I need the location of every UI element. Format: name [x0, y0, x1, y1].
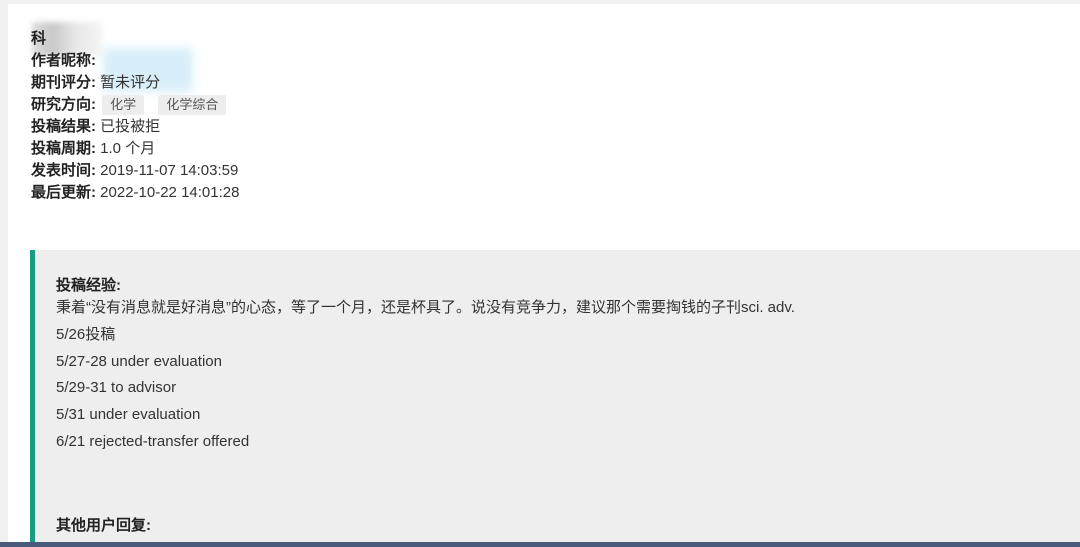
published-label: 发表时间: — [31, 162, 96, 179]
author-label: 作者昵称: — [31, 52, 96, 69]
updated-row: 最后更新: 2022-10-22 14:01:28 — [31, 182, 239, 204]
field-row: 研究方向: 化学 化学综合 — [31, 94, 239, 116]
experience-panel: 投稿经验: 秉着“没有消息就是好消息”的心态，等了一个月，还是杯具了。说没有竞争… — [30, 250, 1080, 547]
title-row: 科 — [31, 28, 239, 50]
result-row: 投稿结果: 已投被拒 — [31, 116, 239, 138]
experience-heading: 投稿经验: — [56, 277, 121, 294]
bottom-scroll-bar — [0, 542, 1080, 547]
result-label: 投稿结果: — [31, 118, 96, 135]
submission-meta: 科 作者昵称: 期刊评分: 暂未评分 研究方向: 化学 化学综合 投稿结果: 已… — [31, 28, 239, 204]
experience-body: 秉着“没有消息就是好消息”的心态，等了一个月，还是杯具了。说没有竞争力，建议那个… — [56, 295, 795, 456]
score-label: 期刊评分: — [31, 74, 96, 91]
field-tag-general-chemistry[interactable]: 化学综合 — [158, 95, 227, 116]
period-value: 1.0 个月 — [100, 140, 156, 157]
updated-value: 2022-10-22 14:01:28 — [100, 184, 240, 201]
title-fragment: 科 — [31, 30, 47, 47]
author-row: 作者昵称: — [31, 50, 239, 72]
experience-line: 6/21 rejected-transfer offered — [56, 432, 250, 450]
experience-line: 5/31 under evaluation — [56, 406, 201, 424]
score-row: 期刊评分: 暂未评分 — [31, 72, 239, 94]
experience-line: 5/27-28 under evaluation — [56, 352, 222, 370]
content-page: 科 作者昵称: 期刊评分: 暂未评分 研究方向: 化学 化学综合 投稿结果: 已… — [8, 4, 1080, 547]
replies-heading: 其他用户回复: — [56, 517, 151, 534]
experience-line: 5/26投稿 — [56, 325, 116, 343]
period-row: 投稿周期: 1.0 个月 — [31, 138, 239, 160]
updated-label: 最后更新: — [31, 184, 96, 201]
result-value: 已投被拒 — [100, 118, 161, 135]
field-label: 研究方向: — [31, 96, 96, 113]
published-value: 2019-11-07 14:03:59 — [100, 162, 239, 179]
period-label: 投稿周期: — [31, 140, 96, 157]
score-value: 暂未评分 — [100, 74, 161, 91]
published-row: 发表时间: 2019-11-07 14:03:59 — [31, 160, 239, 182]
experience-line: 秉着“没有消息就是好消息”的心态，等了一个月，还是杯具了。说没有竞争力，建议那个… — [56, 299, 795, 316]
field-tag-chemistry[interactable]: 化学 — [102, 95, 145, 116]
experience-line: 5/29-31 to advisor — [56, 379, 177, 397]
